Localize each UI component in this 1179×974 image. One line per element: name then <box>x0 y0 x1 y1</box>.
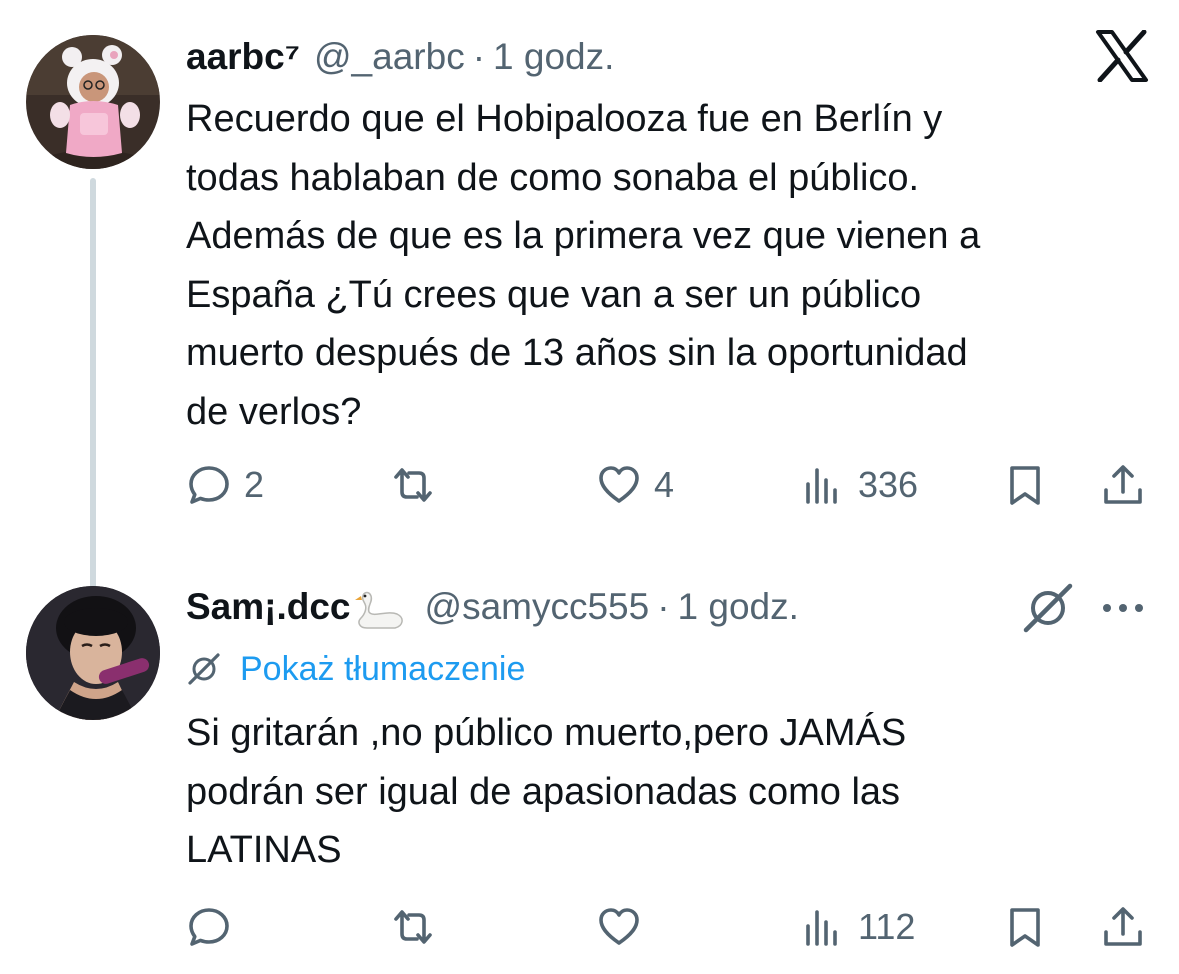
tweet1-like-count: 4 <box>654 464 675 505</box>
show-translation-link[interactable]: Pokaż tłumaczenie <box>186 644 525 694</box>
tweet1-reply-count: 2 <box>244 464 265 505</box>
tweet1-reply-button[interactable]: 2 <box>186 456 264 514</box>
views-chart-icon <box>806 910 837 946</box>
share-icon <box>1104 465 1142 504</box>
tweet1-view-count: 336 <box>858 464 919 505</box>
tweet2-views-button[interactable]: 112 <box>800 898 915 956</box>
avatar-samycc555[interactable] <box>26 586 160 720</box>
retweet-icon <box>394 468 432 502</box>
tweet1-actions: 2 4 336 <box>186 456 1151 514</box>
tweet2-separator: · <box>657 586 670 627</box>
x-logo-icon[interactable] <box>1094 30 1150 82</box>
tweet1-retweet-button[interactable] <box>390 456 436 514</box>
tweet2-share-button[interactable] <box>1100 898 1146 956</box>
tweet2-text: Si gritarán ,no público muerto,pero JAMÁ… <box>186 712 907 871</box>
bookmark-icon <box>1010 466 1040 505</box>
tweet1-share-button[interactable] <box>1100 456 1146 514</box>
more-dots-icon[interactable] <box>1098 590 1148 626</box>
tweet1-views-button[interactable]: 336 <box>800 456 918 514</box>
translate-icon <box>188 653 220 685</box>
tweet2-timestamp[interactable]: 1 godz. <box>678 586 799 628</box>
tweet2-display-name[interactable]: Sam¡.dcc <box>186 586 351 628</box>
show-translation-label[interactable]: Pokaż tłumaczenie <box>240 650 525 689</box>
bookmark-icon <box>1010 908 1040 947</box>
thread-connector-line <box>90 178 96 598</box>
heart-icon <box>599 466 639 503</box>
tweet1-separator: · <box>472 36 486 77</box>
tweet1-handle[interactable]: @_aarbc <box>314 36 465 78</box>
share-icon <box>1104 907 1142 946</box>
tweet2-header: Sam¡.dcc @samycc555 · 1 godz. <box>186 586 799 632</box>
tweet1-timestamp[interactable]: 1 godz. <box>493 36 614 78</box>
reply-icon <box>189 908 229 946</box>
tweet2-like-button[interactable] <box>596 898 642 956</box>
swan-emoji-icon <box>353 588 411 630</box>
tweet1-header: aarbc⁷ @_aarbc · 1 godz. <box>186 36 614 82</box>
tweet2-reply-button[interactable] <box>186 898 232 956</box>
tweet2-bookmark-button[interactable] <box>1002 898 1048 956</box>
tweet2-actions: 112 <box>186 898 1151 956</box>
translate-icon[interactable] <box>1020 580 1076 636</box>
views-chart-icon <box>806 468 837 504</box>
tweet1-bookmark-button[interactable] <box>1002 456 1048 514</box>
tweet2-retweet-button[interactable] <box>390 898 436 956</box>
tweet2-view-count: 112 <box>858 906 916 947</box>
tweet1-display-name[interactable]: aarbc⁷ <box>186 36 300 78</box>
heart-icon <box>599 908 639 945</box>
retweet-icon <box>394 910 432 944</box>
avatar-aarbc[interactable] <box>26 35 160 169</box>
tweet1-like-button[interactable]: 4 <box>596 456 674 514</box>
reply-icon <box>189 466 229 504</box>
tweet2-handle[interactable]: @samycc555 <box>425 586 650 628</box>
tweet1-text: Recuerdo que el Hobipalooza fue en Berlí… <box>186 98 981 433</box>
